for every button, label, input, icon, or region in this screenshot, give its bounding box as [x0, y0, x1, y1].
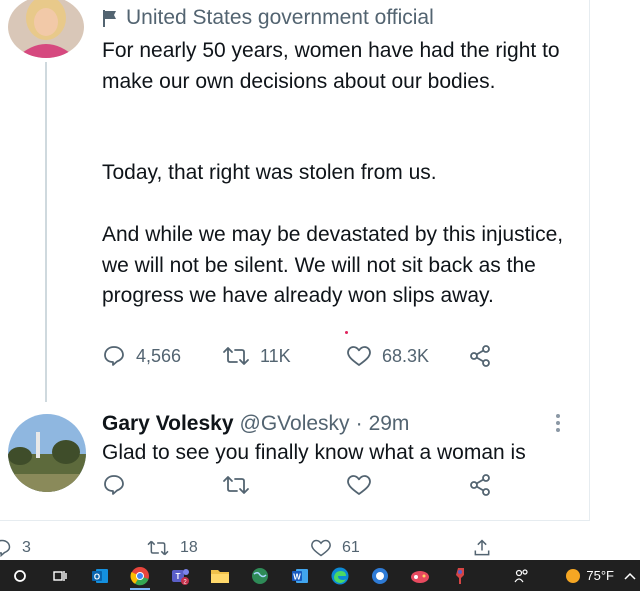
globe-icon [252, 567, 268, 584]
svg-text:O: O [94, 572, 100, 581]
chrome-icon [130, 566, 149, 585]
chrome-app[interactable] [120, 560, 160, 591]
next-like-count: 61 [342, 539, 360, 556]
author-avatar[interactable] [8, 0, 84, 58]
heart-icon [347, 475, 371, 495]
sun-icon [566, 568, 581, 583]
word-app[interactable]: W [280, 560, 320, 591]
reply-avatar[interactable] [8, 414, 86, 492]
retweet-button[interactable]: 11K [222, 344, 291, 368]
flag-icon [103, 10, 116, 27]
next-like-button[interactable]: 61 [310, 538, 360, 558]
like-count: 68.3K [382, 345, 430, 366]
tweet-paragraph-3: And while we may be devastated by this i… [102, 223, 564, 307]
outlook-icon: O [92, 568, 108, 583]
chevron-up-icon[interactable] [624, 571, 636, 581]
reply-time[interactable]: 29m [369, 412, 410, 436]
windows-taskbar: O T2 W 75°F [0, 560, 640, 591]
next-reply-count: 3 [22, 539, 31, 556]
word-icon: W [292, 568, 308, 583]
game-app[interactable] [400, 560, 440, 591]
like-button[interactable]: 68.3K [346, 344, 429, 368]
reply-author-handle[interactable]: @GVolesky [240, 412, 350, 436]
reply-icon [104, 346, 124, 366]
people-icon[interactable] [514, 568, 530, 583]
thread-line [45, 62, 47, 402]
reply-separator: · [355, 412, 363, 435]
tweet-feed: United States government official For ne… [0, 0, 590, 560]
system-tray: 75°F [514, 560, 640, 591]
misc-app[interactable] [440, 560, 480, 591]
upload-icon [474, 539, 490, 556]
reply-retweet-button[interactable] [222, 473, 250, 497]
next-reply-button[interactable]: 3 [0, 538, 31, 558]
tweet-paragraph-1: For nearly 50 years, women have had the … [102, 39, 560, 93]
task-view-icon [53, 570, 67, 581]
reply-icon [104, 475, 124, 495]
retweet-icon [223, 476, 249, 494]
reply-reply-button[interactable] [102, 473, 126, 497]
more-options-icon[interactable] [556, 414, 560, 432]
stray-dot [345, 331, 348, 334]
search-button[interactable] [0, 560, 40, 591]
next-tweet-actions: 3 18 61 [0, 538, 560, 560]
reply-share-button[interactable] [468, 473, 492, 497]
edge-app[interactable] [320, 560, 360, 591]
file-explorer-app[interactable] [200, 560, 240, 591]
weather-widget[interactable]: 75°F [566, 568, 614, 583]
reply-icon [0, 539, 11, 558]
reply-button[interactable]: 4,566 [102, 344, 181, 368]
chat-app[interactable] [360, 560, 400, 591]
chat-bubble-icon [372, 567, 388, 584]
retweet-icon [147, 540, 169, 556]
reply-header: Gary Volesky @GVolesky · 29m [102, 412, 409, 436]
retweet-count: 11K [260, 345, 291, 366]
reply-like-button[interactable] [346, 473, 372, 497]
next-retweet-count: 18 [180, 539, 198, 556]
heart-icon [311, 539, 331, 557]
teams-icon: T2 [172, 568, 189, 585]
tweet-paragraph-2: Today, that right was stolen from us. [102, 161, 437, 184]
reply-text: Glad to see you finally know what a woma… [102, 441, 526, 464]
reply-count: 4,566 [136, 345, 182, 366]
gamepad-icon [411, 570, 429, 583]
heart-icon [347, 346, 371, 366]
retweet-icon [223, 347, 249, 365]
task-view-button[interactable] [40, 560, 80, 591]
official-label: United States government official [102, 6, 434, 30]
reply-author-name[interactable]: Gary Volesky [102, 412, 234, 436]
globe-app[interactable] [240, 560, 280, 591]
pin-icon [456, 567, 464, 584]
outlook-app[interactable]: O [80, 560, 120, 591]
svg-text:W: W [293, 572, 301, 581]
edge-icon [331, 567, 349, 584]
next-share-button[interactable] [472, 538, 492, 558]
right-margin [590, 0, 640, 560]
teams-app[interactable]: T2 [160, 560, 200, 591]
svg-text:T: T [176, 572, 181, 581]
share-button[interactable] [468, 344, 492, 368]
folder-icon [211, 569, 229, 583]
next-retweet-button[interactable]: 18 [146, 538, 198, 558]
temperature: 75°F [586, 568, 614, 583]
share-icon [470, 474, 490, 496]
share-icon [470, 345, 490, 367]
official-label-text: United States government official [126, 6, 434, 29]
tweet-divider [0, 520, 590, 521]
search-circle-icon [14, 569, 26, 582]
